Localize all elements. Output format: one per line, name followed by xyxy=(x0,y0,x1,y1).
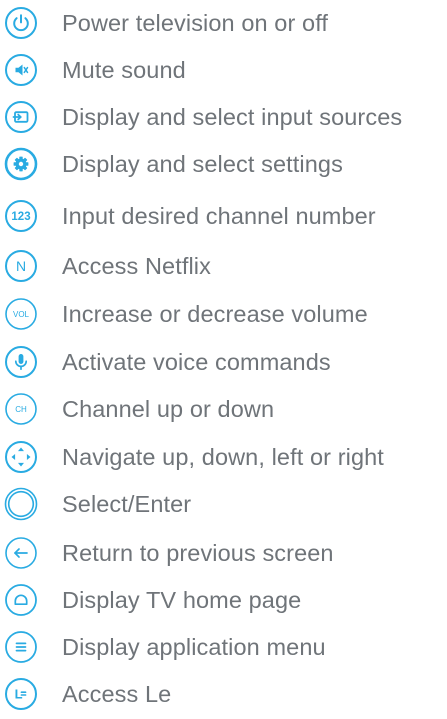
list-item-volume: VOL Increase or decrease volume xyxy=(0,294,447,334)
number-pad-icon: 123 xyxy=(5,200,37,232)
list-item-channel: CH Channel up or down xyxy=(0,389,447,429)
settings-icon xyxy=(4,147,38,181)
list-item-label: Navigate up, down, left or right xyxy=(62,444,384,470)
list-item-input: Display and select input sources xyxy=(0,97,447,137)
list-item-le: L Access Le xyxy=(0,674,447,714)
channel-icon-text: CH xyxy=(15,405,27,414)
list-item-label: Display application menu xyxy=(62,634,326,660)
select-enter-icon xyxy=(4,487,38,521)
list-item-label: Access Le xyxy=(62,681,172,707)
list-item-navigation: Navigate up, down, left or right xyxy=(0,437,447,477)
list-item-label: Display and select input sources xyxy=(62,104,403,130)
list-item-label: Activate voice commands xyxy=(62,349,331,375)
list-item-voice: Activate voice commands xyxy=(0,342,447,382)
remote-button-legend: Power television on or off Mute sound Di… xyxy=(0,0,447,719)
list-item-label: Display TV home page xyxy=(62,587,302,613)
volume-icon: VOL xyxy=(5,298,37,330)
list-item-label: Display and select settings xyxy=(62,151,343,177)
list-item-back: Return to previous screen xyxy=(0,533,447,573)
channel-icon: CH xyxy=(5,393,37,425)
input-icon xyxy=(5,101,37,133)
list-item-label: Access Netflix xyxy=(62,253,211,279)
list-item-label: Channel up or down xyxy=(62,396,275,422)
list-item-label: Power television on or off xyxy=(62,10,329,36)
list-item-netflix: N Access Netflix xyxy=(0,246,447,286)
list-item-label: Select/Enter xyxy=(62,491,192,517)
home-icon xyxy=(5,584,37,616)
list-item-settings: Display and select settings xyxy=(0,144,447,184)
list-item-label: Mute sound xyxy=(62,57,186,83)
netflix-icon: N xyxy=(5,250,37,282)
microphone-icon xyxy=(5,346,37,378)
mute-icon xyxy=(5,54,37,86)
list-item-label: Input desired channel number xyxy=(62,203,376,229)
le-icon: L xyxy=(5,678,37,710)
number-pad-icon-text: 123 xyxy=(11,211,30,223)
list-item-number-pad: 123 Input desired channel number xyxy=(0,196,447,236)
netflix-icon-text: N xyxy=(16,258,26,274)
back-arrow-icon xyxy=(5,537,37,569)
list-item-label: Return to previous screen xyxy=(62,540,334,566)
le-icon-text: L xyxy=(15,687,23,702)
power-icon xyxy=(5,7,37,39)
navigation-pad-icon xyxy=(5,441,37,473)
list-item-label: Increase or decrease volume xyxy=(62,301,368,327)
volume-icon-text: VOL xyxy=(13,310,30,319)
list-item-home: Display TV home page xyxy=(0,580,447,620)
list-item-mute: Mute sound xyxy=(0,50,447,90)
list-item-select-enter: Select/Enter xyxy=(0,484,447,524)
list-item-menu: Display application menu xyxy=(0,627,447,667)
list-item-power: Power television on or off xyxy=(0,3,447,43)
menu-icon xyxy=(5,631,37,663)
